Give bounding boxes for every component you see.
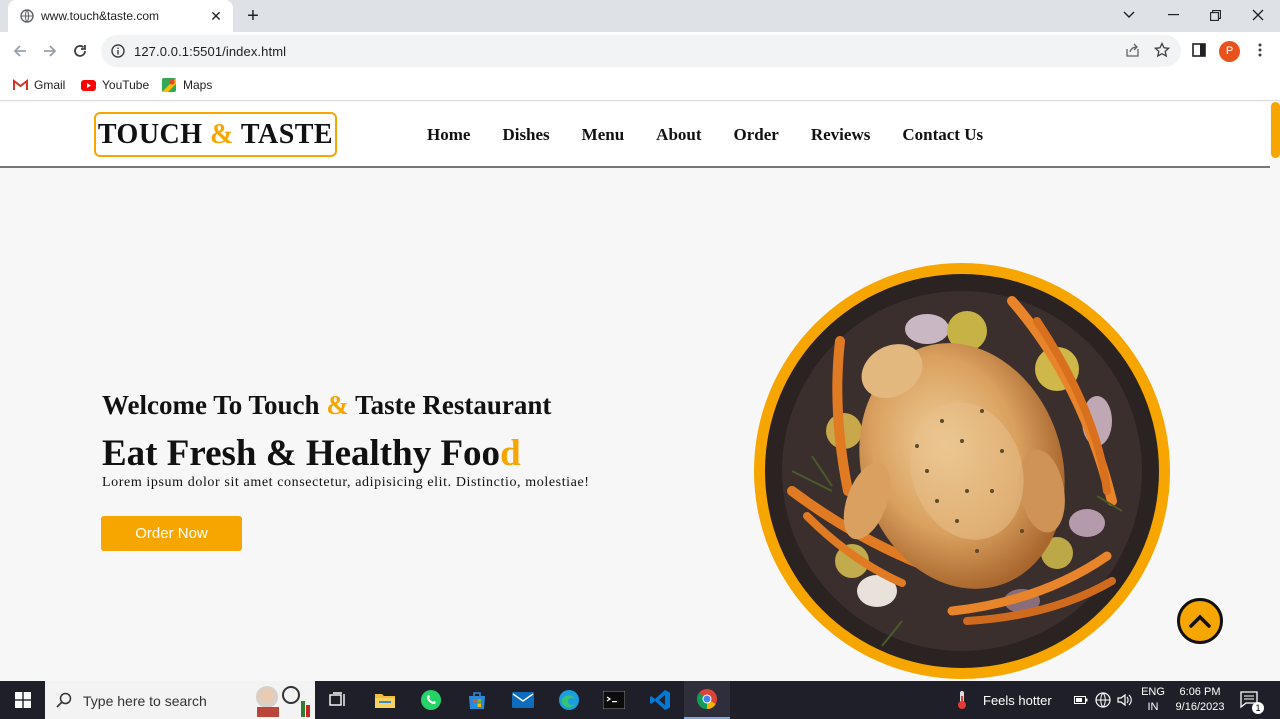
clock[interactable]: 6:06 PM 9/16/2023	[1174, 681, 1226, 719]
logo-text-left: TOUCH	[97, 119, 211, 150]
clock-date: 9/16/2023	[1175, 701, 1225, 713]
browser-tab-strip: www.touch&taste.com ✕ +	[0, 0, 1280, 32]
battery-icon[interactable]	[1074, 681, 1088, 719]
bookmark-maps[interactable]: Maps	[161, 77, 212, 93]
hero-title: Eat Fresh & Healthy Food	[102, 432, 521, 475]
notifications-button[interactable]: 1	[1240, 681, 1264, 719]
microsoft-store-icon[interactable]	[454, 681, 500, 719]
close-window-button[interactable]	[1244, 4, 1272, 26]
browser-toolbar: 127.0.0.1:5501/index.html P	[0, 32, 1280, 70]
nav-order[interactable]: Order	[734, 125, 779, 145]
site-logo[interactable]: TOUCH & TASTE	[94, 112, 337, 157]
weather-widget[interactable]: Feels hotter	[955, 681, 1052, 719]
nav-reviews[interactable]: Reviews	[811, 125, 870, 145]
chevron-up-icon	[1189, 614, 1211, 628]
nav-home[interactable]: Home	[427, 125, 470, 145]
thermometer-icon	[958, 691, 966, 709]
vscode-icon[interactable]	[637, 681, 683, 719]
logo-text-right: TASTE	[233, 119, 334, 150]
restore-button[interactable]	[1201, 4, 1229, 26]
bookmark-gmail[interactable]: Gmail	[12, 77, 65, 93]
logo-ampersand: &	[210, 119, 234, 150]
language-code: ENG	[1141, 686, 1165, 698]
bookmark-youtube[interactable]: YouTube	[80, 77, 149, 93]
share-icon[interactable]	[1123, 41, 1141, 59]
side-panel-icon[interactable]	[1190, 41, 1208, 59]
new-tab-button[interactable]: +	[242, 5, 264, 27]
minimize-button[interactable]	[1159, 4, 1187, 26]
windows-taskbar: Type here to search Feels hotter ENG IN …	[0, 681, 1280, 719]
file-explorer-icon[interactable]	[362, 681, 408, 719]
tab-search-icon[interactable]	[1115, 4, 1143, 26]
profile-avatar[interactable]: P	[1219, 41, 1240, 62]
hero-subtitle-right: Taste Restaurant	[348, 390, 552, 420]
roast-chicken-plate-image	[754, 263, 1170, 679]
start-button[interactable]	[0, 681, 45, 719]
nav-about[interactable]: About	[656, 125, 701, 145]
url-text: 127.0.0.1:5501/index.html	[134, 44, 287, 59]
bookmark-star-icon[interactable]	[1153, 41, 1171, 59]
bookmark-label: Gmail	[34, 78, 66, 92]
order-now-button[interactable]: Order Now	[101, 516, 242, 551]
main-nav: Home Dishes Menu About Order Reviews Con…	[427, 125, 1015, 145]
network-globe-icon[interactable]	[1095, 681, 1111, 719]
nav-contact-us[interactable]: Contact Us	[902, 125, 983, 145]
search-highlight-art-icon	[256, 686, 310, 717]
reload-button[interactable]	[70, 41, 90, 61]
whatsapp-icon[interactable]	[408, 681, 454, 719]
search-icon	[56, 692, 72, 708]
hero-title-last-letter: d	[500, 433, 521, 474]
terminal-icon[interactable]	[591, 681, 637, 719]
maps-icon	[161, 77, 177, 93]
scroll-to-top-button[interactable]	[1177, 598, 1223, 644]
tab-title: www.touch&taste.com	[41, 9, 160, 23]
globe-icon	[20, 9, 34, 23]
hero-subtitle-ampersand: &	[326, 390, 349, 420]
search-placeholder: Type here to search	[83, 693, 207, 709]
browser-tab[interactable]: www.touch&taste.com ✕	[8, 0, 233, 32]
notification-count: 1	[1252, 702, 1264, 714]
close-tab-icon[interactable]: ✕	[207, 7, 225, 25]
hero-subtitle-left: Welcome To Touch	[102, 390, 327, 420]
edge-browser-icon[interactable]	[546, 681, 592, 719]
address-bar[interactable]: 127.0.0.1:5501/index.html	[101, 35, 1181, 67]
info-icon[interactable]	[111, 44, 125, 58]
gmail-icon	[12, 77, 28, 93]
bookmark-label: Maps	[183, 78, 213, 92]
nav-dishes[interactable]: Dishes	[502, 125, 549, 145]
clock-time: 6:06 PM	[1179, 686, 1221, 698]
hero-title-main: Eat Fresh & Healthy Foo	[102, 433, 501, 474]
bookmark-label: YouTube	[102, 78, 150, 92]
windows-logo-icon	[14, 692, 31, 708]
chrome-icon[interactable]	[684, 681, 730, 719]
forward-button[interactable]	[40, 41, 60, 61]
task-view-icon[interactable]	[315, 681, 361, 719]
hero-subtitle: Welcome To Touch & Taste Restaurant	[102, 390, 551, 421]
mail-icon[interactable]	[500, 681, 546, 719]
page-scrollbar[interactable]	[1271, 102, 1280, 158]
nav-menu[interactable]: Menu	[582, 125, 625, 145]
site-header: TOUCH & TASTE Home Dishes Menu About Ord…	[0, 102, 1270, 168]
taskbar-search[interactable]: Type here to search	[45, 681, 315, 719]
weather-text: Feels hotter	[983, 692, 1052, 708]
region-code: IN	[1147, 701, 1159, 713]
menu-kebab-icon[interactable]	[1251, 41, 1269, 59]
hero-description: Lorem ipsum dolor sit amet consectetur, …	[102, 475, 590, 490]
youtube-icon	[80, 77, 96, 93]
bookmarks-bar: Gmail YouTube Maps	[0, 70, 1280, 101]
back-button[interactable]	[10, 41, 30, 61]
volume-icon[interactable]	[1117, 681, 1133, 719]
language-indicator[interactable]: ENG IN	[1141, 681, 1165, 719]
